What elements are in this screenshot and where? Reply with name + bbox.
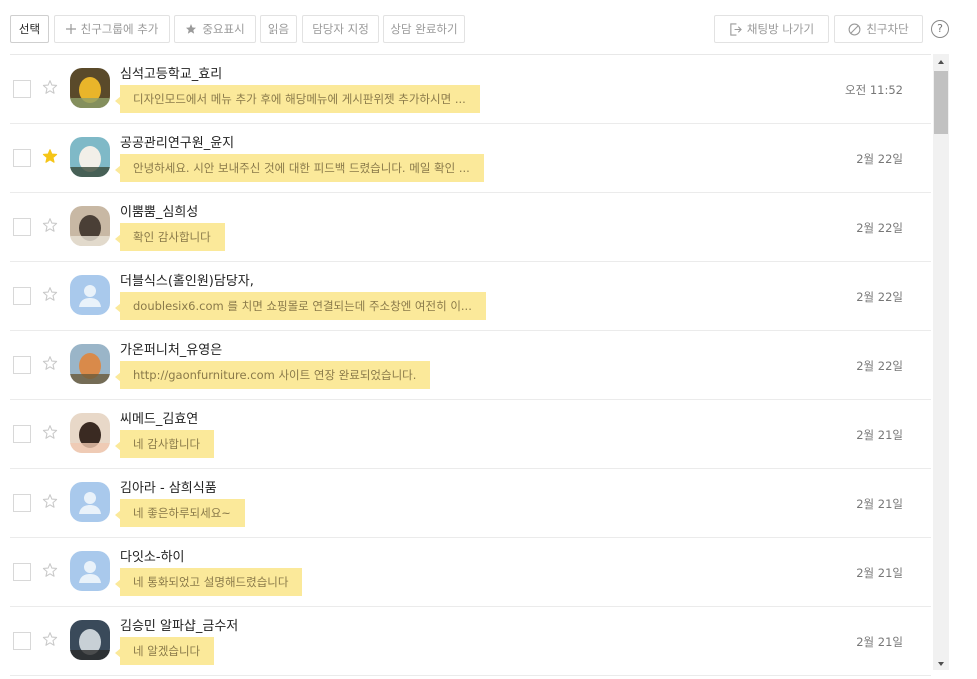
- complete-consultation-label: 상담 완료하기: [390, 22, 458, 36]
- exit-icon: [729, 22, 742, 36]
- message-time: 2월 22일: [856, 221, 903, 235]
- block-friend-button[interactable]: 친구차단: [834, 15, 923, 43]
- chat-row[interactable]: 공공관리연구원_윤지안녕하세요. 시안 보내주신 것에 대한 피드백 드렸습니다…: [10, 124, 931, 193]
- toolbar: 선택 친구그룹에 추가 중요표시 읽음 담당자 지정 상담 완료하기 채팅방 나…: [10, 15, 950, 43]
- block-friend-label: 친구차단: [866, 22, 909, 36]
- chat-row[interactable]: 심석고등학교_효리디자인모드에서 메뉴 추가 후에 해당메뉴에 게시판위젯 추가…: [10, 55, 931, 124]
- row-checkbox[interactable]: [13, 218, 31, 236]
- row-checkbox[interactable]: [13, 356, 31, 374]
- chat-row[interactable]: 김승민 알파샵_금수저네 알겠습니다 2월 21일: [10, 607, 931, 676]
- avatar[interactable]: [70, 482, 110, 522]
- star-outline-icon[interactable]: [42, 493, 58, 509]
- contact-name[interactable]: 가온퍼니처_유영은: [120, 339, 222, 358]
- contact-name[interactable]: 김아라 - 삼희식품: [120, 477, 217, 496]
- plus-icon: [65, 24, 76, 34]
- last-message-bubble[interactable]: 확인 감사합니다: [115, 223, 225, 251]
- leave-chat-label: 채팅방 나가기: [746, 22, 815, 36]
- select-label: 선택: [18, 22, 41, 36]
- avatar[interactable]: [70, 206, 110, 246]
- chat-row[interactable]: 이뿜뿜_심희성확인 감사합니다 2월 22일: [10, 193, 931, 262]
- scroll-up-arrow-icon[interactable]: [933, 54, 949, 68]
- contact-name[interactable]: 공공관리연구원_윤지: [120, 132, 234, 151]
- avatar[interactable]: [70, 68, 110, 108]
- contact-name[interactable]: 이뿜뿜_심희성: [120, 201, 198, 220]
- avatar[interactable]: [70, 620, 110, 660]
- message-time: 2월 22일: [856, 290, 903, 304]
- row-checkbox[interactable]: [13, 80, 31, 98]
- message-time: 2월 21일: [856, 497, 903, 511]
- contact-name[interactable]: 더블식스(홀인원)담당자,: [120, 270, 254, 289]
- chat-list: 심석고등학교_효리디자인모드에서 메뉴 추가 후에 해당메뉴에 게시판위젯 추가…: [10, 54, 931, 679]
- leave-chat-button[interactable]: 채팅방 나가기: [714, 15, 829, 43]
- contact-name[interactable]: 다잇소-하이: [120, 546, 185, 565]
- chat-row[interactable]: 김아라 - 삼희식품네 좋은하루되세요~ 2월 21일: [10, 469, 931, 538]
- block-icon: [848, 23, 861, 36]
- star-outline-icon[interactable]: [42, 631, 58, 647]
- chat-row[interactable]: 가온퍼니처_유영은 http://gaonfurniture.com 사이트 연장…: [10, 331, 931, 400]
- mark-read-button[interactable]: 읽음: [260, 15, 297, 43]
- avatar[interactable]: [70, 275, 110, 315]
- scroll-down-arrow-icon[interactable]: [933, 656, 949, 670]
- avatar[interactable]: [70, 344, 110, 384]
- row-checkbox[interactable]: [13, 563, 31, 581]
- select-button[interactable]: 선택: [10, 15, 49, 43]
- contact-name[interactable]: 심석고등학교_효리: [120, 63, 222, 82]
- star-outline-icon[interactable]: [42, 79, 58, 95]
- star-outline-icon[interactable]: [42, 355, 58, 371]
- star-filled-icon[interactable]: [42, 148, 58, 164]
- scroll-thumb[interactable]: [934, 71, 948, 134]
- chat-row[interactable]: 다잇소-하이네 통화되었고 설명해드렸습니다 2월 21일: [10, 538, 931, 607]
- contact-name[interactable]: 김승민 알파샵_금수저: [120, 615, 238, 634]
- last-message-bubble[interactable]: 네 알겠습니다: [114, 637, 215, 665]
- message-time: 2월 21일: [856, 566, 903, 580]
- row-checkbox[interactable]: [13, 149, 31, 167]
- message-time: 오전 11:52: [845, 83, 903, 97]
- message-time: 2월 22일: [856, 152, 903, 166]
- message-time: 2월 22일: [856, 359, 903, 373]
- add-to-group-label: 친구그룹에 추가: [80, 22, 159, 36]
- star-outline-icon[interactable]: [42, 217, 58, 233]
- star-outline-icon[interactable]: [42, 286, 58, 302]
- star-outline-icon[interactable]: [42, 424, 58, 440]
- last-message-bubble[interactable]: 안녕하세요. 시안 보내주신 것에 대한 피드백 드렸습니다. 메일 확인 ..…: [115, 154, 484, 182]
- complete-consultation-button[interactable]: 상담 완료하기: [383, 15, 465, 43]
- help-icon[interactable]: ?: [931, 20, 949, 38]
- last-message-bubble[interactable]: 디자인모드에서 메뉴 추가 후에 해당메뉴에 게시판위젯 추가하시면 ...: [115, 85, 480, 113]
- last-message-bubble[interactable]: 네 통화되었고 설명해드렸습니다: [114, 568, 303, 596]
- contact-name[interactable]: 씨메드_김효연: [120, 408, 198, 427]
- star-icon: [185, 23, 197, 35]
- row-checkbox[interactable]: [13, 632, 31, 650]
- avatar[interactable]: [70, 551, 110, 591]
- add-to-group-button[interactable]: 친구그룹에 추가: [54, 15, 170, 43]
- last-message-bubble[interactable]: http://gaonfurniture.com 사이트 연장 완료되었습니다.: [114, 361, 431, 389]
- mark-important-button[interactable]: 중요표시: [174, 15, 256, 43]
- mark-read-label: 읽음: [267, 22, 290, 36]
- chat-row[interactable]: 더블식스(홀인원)담당자, doublesix6.com 를 치면 쇼핑몰로 연결…: [10, 262, 931, 331]
- row-checkbox[interactable]: [13, 494, 31, 512]
- star-outline-icon[interactable]: [42, 562, 58, 578]
- avatar[interactable]: [70, 137, 110, 177]
- row-checkbox[interactable]: [13, 425, 31, 443]
- last-message-bubble[interactable]: doublesix6.com 를 치면 쇼핑몰로 연결되는데 주소창엔 여전히 …: [115, 292, 486, 320]
- row-checkbox[interactable]: [13, 287, 31, 305]
- avatar[interactable]: [70, 413, 110, 453]
- mark-important-label: 중요표시: [202, 22, 245, 36]
- message-time: 2월 21일: [856, 635, 903, 649]
- chat-row[interactable]: 씨메드_김효연네 감사합니다 2월 21일: [10, 400, 931, 469]
- last-message-bubble[interactable]: 네 좋은하루되세요~: [115, 499, 245, 527]
- last-message-bubble[interactable]: 네 감사합니다: [114, 430, 215, 458]
- assign-manager-button[interactable]: 담당자 지정: [302, 15, 379, 43]
- message-time: 2월 21일: [856, 428, 903, 442]
- assign-manager-label: 담당자 지정: [312, 22, 369, 36]
- help-label: ?: [937, 22, 943, 35]
- scrollbar[interactable]: [933, 54, 949, 670]
